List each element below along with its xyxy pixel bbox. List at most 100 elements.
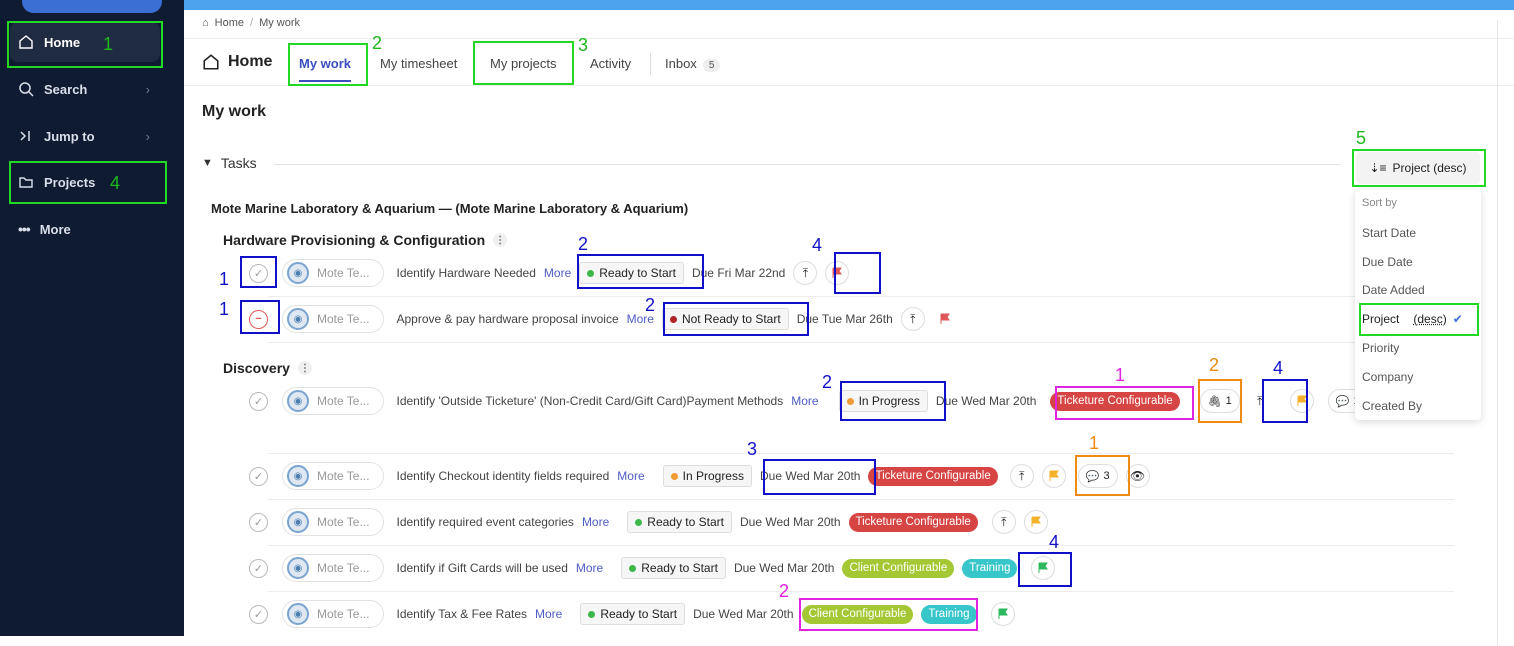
sidebar-item-home[interactable]: Home	[10, 22, 160, 62]
more-options-icon[interactable]: ⋮	[493, 233, 508, 247]
sort-option-project[interactable]: Project (desc) ✔	[1362, 312, 1463, 326]
sort-option-start-date[interactable]: Start Date	[1362, 226, 1416, 240]
project-chip[interactable]: ◉ Mote Te...	[282, 508, 385, 536]
annotation-number: 1	[1115, 365, 1126, 385]
priority-arrow-icon[interactable]: ⤒	[900, 307, 925, 331]
project-chip[interactable]: ◉ Mote Te...	[282, 554, 385, 582]
more-options-icon[interactable]: ⋮	[297, 361, 312, 375]
sort-option-created-by[interactable]: Created By	[1362, 399, 1422, 413]
tab-my-timesheet[interactable]: My timesheet	[380, 56, 457, 71]
project-chip[interactable]: ◉ Mote Te...	[282, 462, 385, 490]
complete-checkbox[interactable]: ✓	[249, 466, 268, 486]
sidebar-item-projects[interactable]: Projects	[10, 162, 160, 202]
project-chip[interactable]: ◉ Mote Te...	[282, 305, 385, 333]
status-badge[interactable]: Not Ready to Start	[661, 308, 789, 330]
task-name[interactable]: Identify 'Outside Ticketure' (Non-Credit…	[396, 394, 783, 408]
task-name[interactable]: Identify Checkout identity fields requir…	[396, 469, 609, 483]
status-dot	[629, 564, 637, 572]
complete-checkbox[interactable]: ✓	[249, 604, 268, 624]
sidebar-item-more[interactable]: ••• More	[10, 209, 160, 249]
tag[interactable]: Training	[962, 558, 1018, 578]
sort-option-date-added[interactable]: Date Added	[1362, 283, 1425, 297]
breadcrumb-home[interactable]: Home	[215, 17, 244, 29]
project-chip[interactable]: ◉ Mote Te...	[282, 259, 385, 287]
task-name[interactable]: Identify if Gift Cards will be used	[396, 561, 567, 575]
status-badge[interactable]: Ready to Start	[627, 511, 732, 533]
tag[interactable]: Ticketure Configurable	[1050, 391, 1180, 411]
priority-arrow-icon[interactable]: ⤒	[793, 261, 818, 285]
status-badge[interactable]: Ready to Start	[621, 557, 726, 579]
tag[interactable]: Client Configurable	[842, 558, 955, 578]
due-date[interactable]: Due Wed Mar 20th	[760, 469, 861, 483]
tag[interactable]: Training	[921, 604, 977, 624]
priority-arrow-icon[interactable]: ⤒	[1248, 389, 1272, 413]
sort-button[interactable]: ⇣≡ Project (desc)	[1356, 152, 1480, 184]
sidebar-item-search[interactable]: Search ›	[10, 69, 160, 109]
blocked-checkbox[interactable]: −	[249, 309, 268, 329]
tab-my-work[interactable]: My work	[299, 56, 352, 82]
more-link[interactable]: More	[576, 561, 603, 575]
workspace-button[interactable]	[22, 0, 162, 13]
tab-my-projects[interactable]: My projects	[490, 56, 556, 71]
task-row[interactable]: − ◉ Mote Te... Approve & pay hardware pro…	[249, 304, 957, 334]
complete-checkbox[interactable]: ✓	[249, 558, 268, 578]
task-name[interactable]: Identify Hardware Needed	[396, 266, 535, 280]
status-label: In Progress	[858, 394, 920, 408]
attachment-count[interactable]: 🖇 1	[1199, 389, 1240, 413]
tag[interactable]: Ticketure Configurable	[848, 512, 978, 532]
sort-menu-header: Sort by	[1362, 197, 1397, 209]
task-name[interactable]: Identify Tax & Fee Rates	[396, 607, 527, 621]
flag-icon[interactable]	[1023, 510, 1048, 534]
task-row[interactable]: ✓ ◉ Mote Te... Identify if Gift Cards wil…	[249, 553, 1056, 583]
more-link[interactable]: More	[535, 607, 562, 621]
task-name[interactable]: Identify required event categories	[396, 515, 573, 529]
flag-icon[interactable]	[825, 261, 850, 285]
complete-checkbox[interactable]: ✓	[249, 512, 268, 532]
flag-icon[interactable]	[1041, 464, 1066, 488]
sort-direction-toggle[interactable]: (desc)	[1413, 312, 1446, 326]
comment-count[interactable]: 💬 3	[1077, 464, 1118, 488]
tasks-section-toggle[interactable]: ▼ Tasks	[202, 155, 257, 171]
flag-icon[interactable]	[1289, 389, 1314, 413]
more-link[interactable]: More	[617, 469, 644, 483]
task-row[interactable]: ✓ ◉ Mote Te... Identify Hardware Needed M…	[249, 258, 850, 288]
sort-option-company[interactable]: Company	[1362, 370, 1413, 384]
more-link[interactable]: More	[582, 515, 609, 529]
flag-icon[interactable]	[933, 307, 957, 331]
sort-option-priority[interactable]: Priority	[1362, 341, 1399, 355]
due-date[interactable]: Due Fri Mar 22nd	[692, 266, 785, 280]
status-badge[interactable]: In Progress	[662, 465, 752, 487]
task-row[interactable]: ✓ ◉ Mote Te... Identify Checkout identity…	[249, 461, 1150, 491]
tag[interactable]: Ticketure Configurable	[868, 466, 998, 486]
project-chip-label: Mote Te...	[317, 312, 370, 326]
task-row[interactable]: ✓ ◉ Mote Te... Identify 'Outside Ticketur…	[249, 386, 1368, 416]
eye-icon[interactable]: 👁	[1125, 464, 1150, 488]
more-link[interactable]: More	[791, 394, 818, 408]
project-chip[interactable]: ◉ Mote Te...	[282, 387, 385, 415]
sidebar-item-jump-to[interactable]: Jump to ›	[10, 116, 160, 156]
due-date[interactable]: Due Tue Mar 26th	[797, 312, 893, 326]
task-row[interactable]: ✓ ◉ Mote Te... Identify required event ca…	[249, 507, 1048, 537]
due-date[interactable]: Due Wed Mar 20th	[734, 561, 835, 575]
status-badge[interactable]: Ready to Start	[579, 262, 684, 284]
complete-checkbox[interactable]: ✓	[249, 391, 268, 411]
tab-inbox[interactable]: Inbox 5	[665, 56, 721, 72]
flag-icon[interactable]	[990, 602, 1015, 626]
status-badge[interactable]: Ready to Start	[580, 603, 686, 625]
more-link[interactable]: More	[544, 266, 571, 280]
tag[interactable]: Client Configurable	[801, 604, 914, 624]
priority-arrow-icon[interactable]: ⤒	[991, 510, 1016, 534]
status-badge[interactable]: In Progress	[838, 390, 928, 412]
tab-activity[interactable]: Activity	[590, 56, 631, 71]
due-date[interactable]: Due Wed Mar 20th	[936, 394, 1037, 408]
task-row[interactable]: ✓ ◉ Mote Te... Identify Tax & Fee Rates M…	[249, 599, 1015, 629]
task-name[interactable]: Approve & pay hardware proposal invoice	[396, 312, 618, 326]
priority-arrow-icon[interactable]: ⤒	[1009, 464, 1034, 488]
project-chip[interactable]: ◉ Mote Te...	[282, 600, 385, 628]
flag-icon[interactable]	[1031, 556, 1056, 580]
more-dots-icon: •••	[18, 221, 31, 237]
complete-checkbox[interactable]: ✓	[249, 263, 268, 283]
due-date[interactable]: Due Wed Mar 20th	[693, 607, 794, 621]
due-date[interactable]: Due Wed Mar 20th	[740, 515, 841, 529]
sort-option-due-date[interactable]: Due Date	[1362, 255, 1413, 269]
